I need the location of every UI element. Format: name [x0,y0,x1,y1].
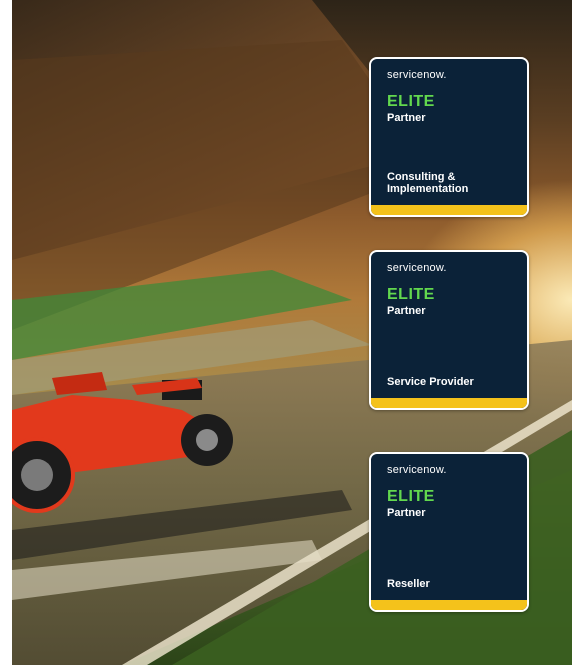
yellow-stripe [371,205,527,215]
badge-category-label: Consulting & Implementation [387,171,469,195]
servicenow-logo: servicenow. [387,464,447,476]
partner-badge-service-provider: servicenow. ELITE Partner Service Provid… [369,250,529,410]
yellow-stripe [371,398,527,408]
yellow-stripe [371,600,527,610]
elite-tier-label: ELITE [387,488,435,505]
servicenow-logo: servicenow. [387,262,447,274]
elite-tier-label: ELITE [387,93,435,110]
left-margin [0,0,12,665]
hero-image-with-partner-badges: servicenow. ELITE Partner Consulting & I… [0,0,572,665]
partner-level-label: Partner [387,112,426,124]
partner-level-label: Partner [387,305,426,317]
elite-tier-label: ELITE [387,286,435,303]
partner-badge-reseller: servicenow. ELITE Partner Reseller [369,452,529,612]
partner-level-label: Partner [387,507,426,519]
partner-badge-consulting: servicenow. ELITE Partner Consulting & I… [369,57,529,217]
servicenow-logo: servicenow. [387,69,447,81]
badge-category-label: Reseller [387,578,430,590]
badge-category-label: Service Provider [387,376,474,388]
